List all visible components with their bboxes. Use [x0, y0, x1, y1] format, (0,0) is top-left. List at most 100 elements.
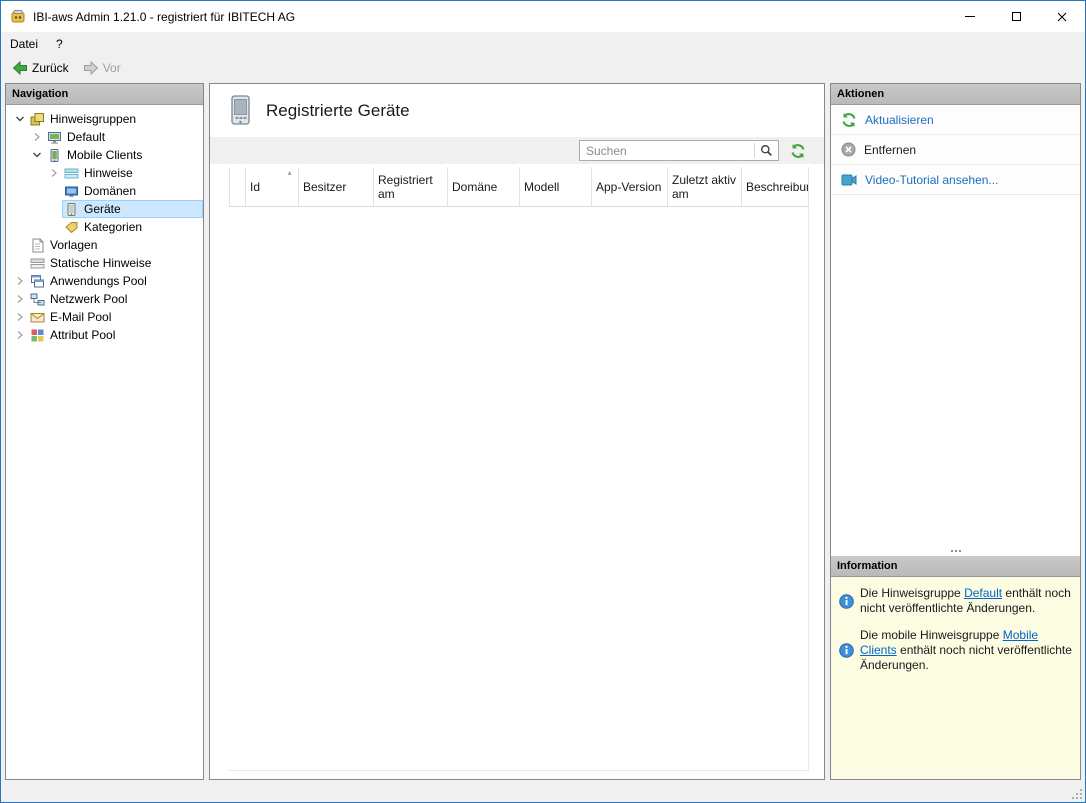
column-header-app-version[interactable]: App-Version — [592, 167, 668, 206]
tree-item-vorlagen[interactable]: Vorlagen — [6, 236, 203, 254]
column-label: Besitzer — [303, 179, 347, 194]
chevron-right-icon[interactable] — [46, 168, 62, 178]
close-button[interactable] — [1039, 1, 1085, 32]
tree-item-label: Hinweise — [84, 166, 133, 180]
chevron-right-icon[interactable] — [12, 312, 28, 322]
menu-item-datei[interactable]: Datei — [1, 32, 47, 56]
tree-item-mobile-clients[interactable]: Mobile Clients — [6, 146, 203, 164]
info-text: Die Hinweisgruppe Default enthält noch n… — [860, 586, 1071, 615]
titlebar[interactable]: IBI-aws Admin 1.21.0 - registriert für I… — [1, 1, 1085, 32]
information-area: Die Hinweisgruppe Default enthält noch n… — [831, 577, 1080, 779]
window-title: IBI-aws Admin 1.21.0 - registriert für I… — [33, 9, 296, 24]
info-text: Die mobile Hinweisgruppe Mobile Clients … — [860, 628, 1072, 672]
tree-item-label: Attribut Pool — [50, 328, 116, 342]
maximize-button[interactable] — [993, 1, 1039, 32]
tree-item-kategorien[interactable]: Kategorien — [6, 218, 203, 236]
app-window: IBI-aws Admin 1.21.0 - registriert für I… — [0, 0, 1086, 803]
column-label: Id — [250, 179, 261, 194]
action-video-tutorial[interactable]: Video-Tutorial ansehen... — [831, 165, 1080, 195]
info-icon — [839, 628, 854, 673]
column-header-modell[interactable]: Modell — [520, 167, 592, 206]
refresh-icon[interactable] — [790, 143, 806, 159]
tree-item-email-pool[interactable]: E-Mail Pool — [6, 308, 203, 326]
close-icon — [1057, 12, 1067, 22]
column-header-beschreibung[interactable]: Beschreibun — [742, 167, 809, 206]
action-entfernen[interactable]: Entfernen — [831, 135, 1080, 165]
tree-item-statische-hinweise[interactable]: Statische Hinweise — [6, 254, 203, 272]
chevron-right-icon[interactable] — [29, 132, 45, 142]
actions-panel-header: Aktionen — [831, 84, 1080, 105]
tree-item-label: Geräte — [84, 202, 121, 216]
info-link[interactable]: Default — [964, 586, 1002, 600]
panel-splitter[interactable] — [831, 546, 1080, 556]
sort-ascending-icon: ▲ — [286, 170, 293, 177]
forward-button[interactable]: Vor — [77, 58, 127, 78]
info-item: Die Hinweisgruppe Default enthält noch n… — [839, 586, 1072, 616]
menubar: Datei? — [1, 32, 1085, 56]
back-label: Zurück — [32, 60, 69, 75]
tree-item-label: Kategorien — [84, 220, 143, 234]
column-label: Zuletzt aktiv am — [672, 172, 737, 201]
tree-item-label: Hinweisgruppen — [50, 112, 137, 126]
tree-item-domaenen[interactable]: Domänen — [6, 182, 203, 200]
column-header-besitzer[interactable]: Besitzer — [299, 167, 374, 206]
tree-item-hinweise[interactable]: Hinweise — [6, 164, 203, 182]
template-icon — [30, 238, 45, 253]
tree-item-anwendungs-pool[interactable]: Anwendungs Pool — [6, 272, 203, 290]
chevron-right-icon[interactable] — [12, 276, 28, 286]
nav-toolbar: Zurück Vor — [1, 56, 1085, 79]
minimize-button[interactable] — [947, 1, 993, 32]
menu-item-hilfe[interactable]: ? — [47, 32, 72, 56]
actions-filler — [831, 195, 1080, 546]
resize-grip-icon[interactable] — [1070, 787, 1083, 800]
maximize-icon — [1011, 12, 1021, 21]
chevron-down-icon[interactable] — [12, 114, 28, 124]
tree-item-netzwerk-pool[interactable]: Netzwerk Pool — [6, 290, 203, 308]
window-controls — [947, 1, 1085, 32]
column-header-registriert-am[interactable]: Registriert am — [374, 167, 448, 206]
navigation-panel-header: Navigation — [6, 84, 203, 105]
devices-table-header: Id ▲ Besitzer Registriert am Domäne Modell App… — [229, 167, 809, 207]
tree-item-default[interactable]: Default — [6, 128, 203, 146]
attribut-pool-icon — [30, 328, 45, 343]
chevron-down-icon[interactable] — [29, 150, 45, 160]
column-label: Modell — [524, 179, 560, 194]
column-header-id[interactable]: Id ▲ — [246, 167, 299, 206]
tree-item-label: Mobile Clients — [67, 148, 143, 162]
tree-item-label: Anwendungs Pool — [50, 274, 147, 288]
tree-item-attribut-pool[interactable]: Attribut Pool — [6, 326, 203, 344]
search-box — [579, 140, 779, 161]
search-icon[interactable] — [754, 143, 778, 158]
tree-item-label: Default — [67, 130, 106, 144]
info-icon — [839, 586, 854, 616]
tree-item-label: E-Mail Pool — [50, 310, 112, 324]
static-hint-icon — [30, 256, 45, 271]
tree-item-geraete[interactable]: Geräte — [6, 200, 203, 218]
mobile-device-large-icon — [229, 95, 252, 126]
forward-icon — [83, 60, 99, 76]
forward-label: Vor — [102, 60, 121, 75]
action-label: Aktualisieren — [865, 112, 934, 127]
chevron-right-icon[interactable] — [12, 330, 28, 340]
column-header-domaene[interactable]: Domäne — [448, 167, 520, 206]
action-aktualisieren[interactable]: Aktualisieren — [831, 105, 1080, 135]
search-input[interactable] — [580, 143, 754, 158]
splitter-grip-icon — [954, 550, 957, 552]
chevron-right-icon[interactable] — [12, 294, 28, 304]
email-pool-icon — [30, 310, 45, 325]
action-label: Entfernen — [864, 142, 917, 157]
column-label: Registriert am — [378, 172, 433, 201]
app-icon — [10, 9, 26, 25]
tree-item-hinweisgruppen[interactable]: Hinweisgruppen — [6, 110, 203, 128]
categories-icon — [64, 220, 79, 235]
page-title: Registrierte Geräte — [266, 100, 410, 120]
navigation-panel: Navigation Hinweisgruppen Default Mobile C… — [5, 83, 204, 780]
column-header-spacer[interactable] — [229, 167, 246, 206]
column-label: Domäne — [452, 179, 498, 194]
navigation-tree: Hinweisgruppen Default Mobile Clients Hinwe… — [6, 105, 203, 779]
back-button[interactable]: Zurück — [6, 58, 75, 78]
network-pool-icon — [30, 292, 45, 307]
column-header-zuletzt-aktiv-am[interactable]: Zuletzt aktiv am — [668, 167, 742, 206]
tree-item-label: Statische Hinweise — [50, 256, 152, 270]
client-icon — [47, 130, 62, 145]
